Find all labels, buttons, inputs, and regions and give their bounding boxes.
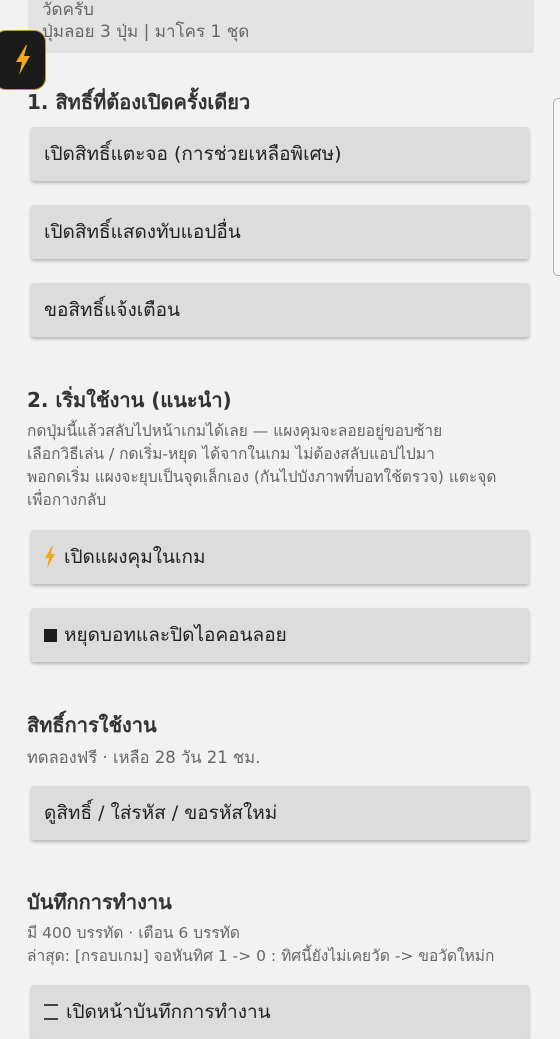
start-section-title: 2. เริ่มใช้งาน (แนะนำ) xyxy=(27,388,232,412)
license-status: ทดลองฟรี · เหลือ 28 วัน 21 ชม. xyxy=(27,748,261,767)
document-icon xyxy=(44,1004,58,1020)
notification-permission-label: ขอสิทธิ์แจ้งเตือน xyxy=(44,299,181,321)
floating-control-bubble[interactable] xyxy=(0,30,46,90)
log-latest-entry: ล่าสุด: [กรอบเกม] จอหันทิศ 1 -> 0 : ทิศน… xyxy=(27,947,495,965)
open-game-panel-button[interactable]: เปิดแผงคุมในเกม xyxy=(31,530,529,584)
scrollbar-thumb[interactable] xyxy=(553,98,560,276)
license-code-button[interactable]: ดูสิทธิ์ / ใส่รหัส / ขอรหัสใหม่ xyxy=(31,786,529,840)
instruction-line: เลือกวิธีเล่น / กดเริ่ม-หยุด ได้จากในเกม… xyxy=(27,445,435,463)
notification-permission-button[interactable]: ขอสิทธิ์แจ้งเตือน xyxy=(31,283,529,337)
open-log-label: เปิดหน้าบันทึกการทำงาน xyxy=(66,1001,271,1023)
log-summary: มี 400 บรรทัด · เตือน 6 บรรทัด xyxy=(27,924,240,942)
lightning-bolt-icon xyxy=(16,45,30,75)
overlay-permission-label: เปิดสิทธิ์แสดงทับแอปอื่น xyxy=(44,221,241,243)
instruction-line: กดปุ่มนี้แล้วสลับไปหน้าเกมได้เลย — แผงคุ… xyxy=(27,422,443,440)
stop-square-icon xyxy=(44,628,57,642)
open-log-button[interactable]: เปิดหน้าบันทึกการทำงาน xyxy=(31,985,529,1039)
license-section-title: สิทธิ์การใช้งาน xyxy=(27,713,157,737)
instruction-line: เพื่อกางกลับ xyxy=(27,491,107,509)
stop-bot-label: หยุดบอทและปิดไอคอนลอย xyxy=(64,624,287,646)
accessibility-permission-label: เปิดสิทธิ์แตะจอ (การช่วยเหลือพิเศษ) xyxy=(44,143,342,165)
summary-line-2: ปุ่มลอย 3 ปุ่ม | มาโคร 1 ชุด xyxy=(42,22,250,42)
open-game-panel-label: เปิดแผงคุมในเกม xyxy=(64,546,206,568)
lightning-bolt-icon xyxy=(44,546,56,568)
license-code-label: ดูสิทธิ์ / ใส่รหัส / ขอรหัสใหม่ xyxy=(44,802,278,824)
stop-bot-button[interactable]: หยุดบอทและปิดไอคอนลอย xyxy=(31,608,529,662)
start-instructions: กดปุ่มนี้แล้วสลับไปหน้าเกมได้เลย — แผงคุ… xyxy=(27,420,496,512)
overlay-permission-button[interactable]: เปิดสิทธิ์แสดงทับแอปอื่น xyxy=(31,205,529,259)
log-section-title: บันทึกการทำงาน xyxy=(27,890,172,914)
permissions-section-title: 1. สิทธิ์ที่ต้องเปิดครั้งเดียว xyxy=(27,90,251,114)
macro-summary-card: วัดครับ ปุ่มลอย 3 ปุ่ม | มาโคร 1 ชุด xyxy=(28,0,534,53)
instruction-line: พอกดเริ่ม แผงจะยุบเป็นจุดเล็กเอง (กันไปบ… xyxy=(27,468,497,486)
accessibility-permission-button[interactable]: เปิดสิทธิ์แตะจอ (การช่วยเหลือพิเศษ) xyxy=(31,127,529,181)
